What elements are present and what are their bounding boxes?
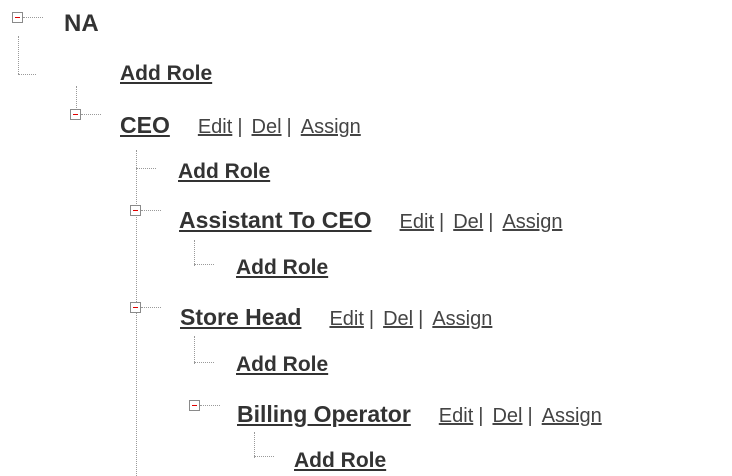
tree-guide-line [194,362,214,363]
tree-guide-line [194,240,195,266]
minus-glyph [133,210,138,211]
role-actions: Edit | Del | Assign [198,116,361,139]
tree-guide-line [141,307,161,308]
role-link-store-head[interactable]: Store Head [180,304,301,331]
role-node-store-head: Store Head Edit | Del | Assign [180,304,492,331]
edit-link[interactable]: Edit [439,405,473,428]
role-actions: Edit | Del | Assign [439,405,602,428]
delete-link[interactable]: Del [453,211,483,234]
collapse-minus-icon[interactable] [130,205,141,216]
add-role-node: Add Role [236,353,328,377]
assign-link[interactable]: Assign [502,211,562,234]
add-role-link[interactable]: Add Role [294,449,386,473]
assign-link[interactable]: Assign [542,405,602,428]
add-role-link[interactable]: Add Role [178,160,270,184]
minus-glyph [15,17,20,18]
action-separator: | [478,405,484,427]
assign-link[interactable]: Assign [301,116,361,139]
minus-glyph [192,405,197,406]
add-role-link[interactable]: Add Role [120,62,212,86]
tree-guide-line [23,17,43,18]
edit-link[interactable]: Edit [329,308,363,331]
delete-link[interactable]: Del [252,116,282,139]
role-link-ceo[interactable]: CEO [120,112,170,139]
collapse-minus-icon[interactable] [189,400,200,411]
edit-link[interactable]: Edit [198,116,232,139]
delete-link[interactable]: Del [383,308,413,331]
action-separator: | [527,405,533,427]
role-actions: Edit | Del | Assign [329,308,492,331]
tree-guide-line [254,432,255,458]
role-link-billing-operator[interactable]: Billing Operator [237,401,411,428]
add-role-node: Add Role [178,160,270,184]
tree-guide-line [136,168,156,169]
root-label: NA [64,10,99,37]
role-link-assistant-to-ceo[interactable]: Assistant To CEO [179,207,372,234]
add-role-node: Add Role [236,256,328,280]
role-tree: NA Add Role CEO Edit | Del | Assign Add … [0,0,732,476]
tree-guide-line [18,36,19,74]
tree-guide-line [136,150,137,476]
edit-link[interactable]: Edit [400,211,434,234]
root-node: NA [64,10,99,38]
add-role-node: Add Role [120,62,212,86]
add-role-link[interactable]: Add Role [236,256,328,280]
action-separator: | [286,116,292,138]
role-node-ceo: CEO Edit | Del | Assign [120,112,361,139]
collapse-minus-icon[interactable] [70,109,81,120]
tree-guide-line [194,336,195,364]
role-node-assistant-to-ceo: Assistant To CEO Edit | Del | Assign [179,207,562,234]
minus-glyph [73,114,78,115]
role-node-billing-operator: Billing Operator Edit | Del | Assign [237,401,602,428]
add-role-node: Add Role [294,449,386,473]
tree-guide-line [81,114,101,115]
collapse-minus-icon[interactable] [12,12,23,23]
add-role-link[interactable]: Add Role [236,353,328,377]
action-separator: | [488,211,494,233]
action-separator: | [237,116,243,138]
tree-guide-line [254,456,274,457]
minus-glyph [133,307,138,308]
tree-guide-line [141,210,161,211]
action-separator: | [439,211,445,233]
tree-guide-line [200,405,220,406]
assign-link[interactable]: Assign [432,308,492,331]
action-separator: | [368,308,375,330]
tree-guide-line [18,74,36,75]
collapse-minus-icon[interactable] [130,302,141,313]
delete-link[interactable]: Del [492,405,522,428]
action-separator: | [418,308,424,330]
tree-guide-line [194,264,214,265]
role-actions: Edit | Del | Assign [400,211,563,234]
